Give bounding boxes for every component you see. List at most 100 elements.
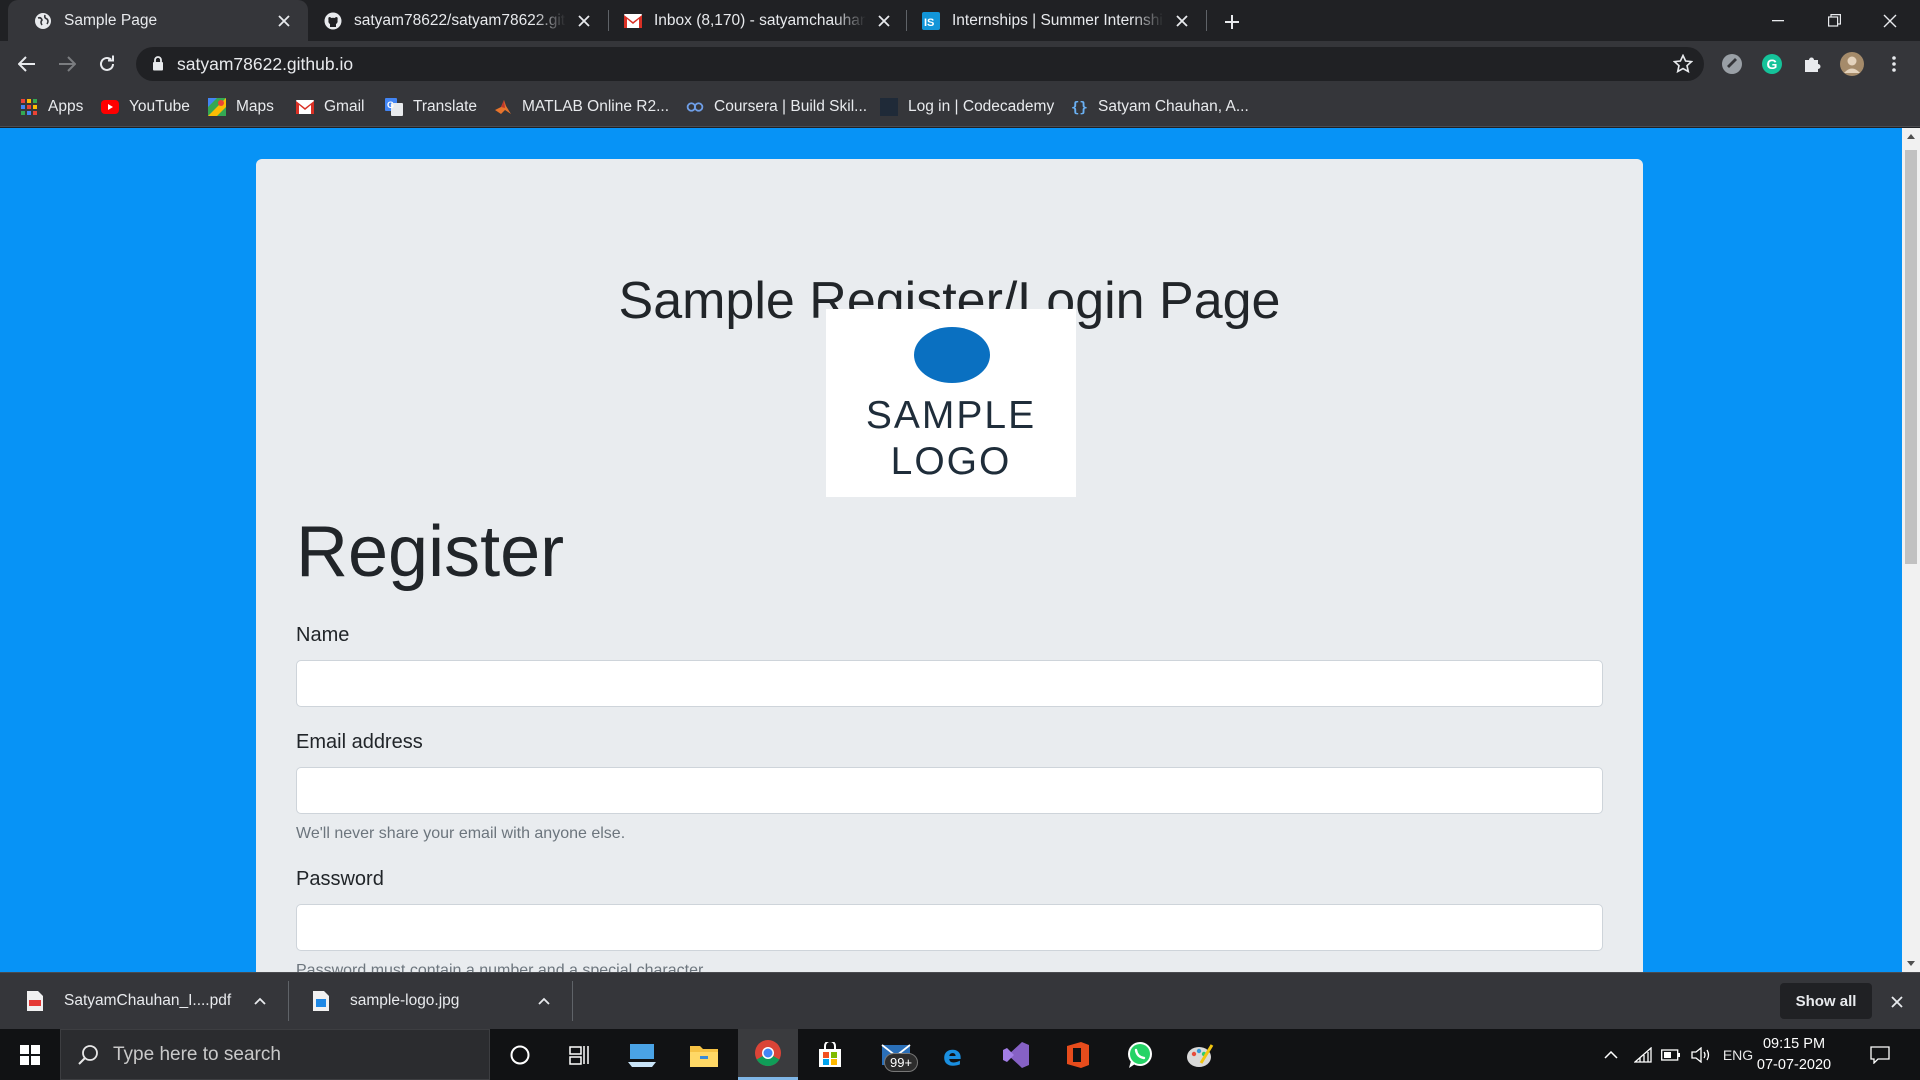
minimize-button[interactable] [1750, 0, 1806, 41]
close-tab-icon[interactable] [1172, 11, 1192, 31]
taskbar-search-box[interactable]: Type here to search [60, 1029, 490, 1080]
restore-button[interactable] [1806, 0, 1862, 41]
tab-title: Inbox (8,170) - satyamchauhan22 [654, 11, 866, 29]
maps-icon [208, 98, 226, 116]
svg-text:e: e [943, 1041, 962, 1069]
name-label: Name [296, 624, 350, 646]
extension-icon[interactable] [1720, 52, 1744, 76]
tab-gmail[interactable]: Inbox (8,170) - satyamchauhan22 [598, 0, 908, 41]
reload-button[interactable] [89, 46, 125, 82]
clock-time: 09:15 PM [1762, 1036, 1826, 1052]
puzzle-extensions-icon[interactable] [1800, 52, 1824, 76]
windows-taskbar: Type here to search 99+ e ENG 09:15 PM 0… [0, 1029, 1920, 1080]
profile-avatar[interactable] [1840, 52, 1864, 76]
bookmark-coursera[interactable]: Coursera | Build Skil... [686, 87, 867, 127]
chevron-up-icon[interactable] [251, 992, 269, 1010]
tab-title: Sample Page [64, 11, 158, 29]
bookmark-apps[interactable]: Apps [20, 87, 83, 127]
bookmark-maps[interactable]: Maps [208, 87, 274, 127]
lock-icon [152, 56, 164, 76]
forward-button[interactable] [49, 46, 85, 82]
gmail-icon [624, 12, 642, 30]
tab-separator [1206, 10, 1207, 31]
download-item-pdf[interactable]: SatyamChauhan_I....pdf [26, 973, 266, 1029]
language-indicator[interactable]: ENG [1718, 1029, 1758, 1080]
internshala-icon: IS [922, 11, 940, 30]
paint-3d-icon[interactable] [1170, 1029, 1230, 1080]
close-tab-icon[interactable] [274, 11, 294, 31]
volume-icon[interactable] [1688, 1029, 1714, 1080]
scrollbar-thumb[interactable] [1905, 150, 1917, 564]
cortana-icon[interactable] [490, 1029, 550, 1080]
windows-start-button[interactable] [0, 1029, 60, 1080]
email-label: Email address [296, 731, 423, 753]
close-downloads-bar-icon[interactable] [1886, 991, 1908, 1013]
chrome-menu-icon[interactable] [1882, 52, 1906, 76]
mail-badge-count: 99+ [884, 1053, 919, 1072]
action-center-icon[interactable] [1862, 1029, 1898, 1080]
password-input[interactable] [296, 904, 1603, 951]
bookmark-gmail[interactable]: Gmail [296, 87, 364, 127]
sample-logo-image: SAMPLE LOGO [826, 309, 1076, 497]
bookmark-translate[interactable]: G Translate [385, 87, 477, 127]
tab-internshala[interactable]: IS Internships | Summer Internship 2 [896, 0, 1206, 41]
taskbar-clock[interactable]: 09:15 PM 07-07-2020 [1756, 1034, 1832, 1076]
grammarly-icon[interactable]: G [1760, 52, 1784, 76]
svg-text:{}: {} [1071, 100, 1087, 115]
svg-text:G: G [387, 100, 394, 110]
scroll-down-arrow-icon[interactable] [1907, 961, 1915, 966]
bookmark-label: Apps [48, 98, 84, 115]
network-icon[interactable] [1630, 1029, 1656, 1080]
microsoft-store-icon[interactable] [800, 1029, 860, 1080]
tab-title: Internships | Summer Internship 2 [952, 11, 1164, 29]
close-tab-icon[interactable] [574, 11, 594, 31]
download-filename: SatyamChauhan_I....pdf [64, 992, 232, 1009]
close-window-button[interactable] [1862, 0, 1918, 41]
new-tab-button[interactable] [1218, 8, 1246, 36]
password-label: Password [296, 868, 384, 890]
visual-studio-icon[interactable] [986, 1029, 1046, 1080]
logo-line-2: LOGO [890, 440, 1012, 483]
bookmark-youtube[interactable]: YouTube [101, 87, 190, 127]
bookmark-matlab[interactable]: MATLAB Online R2... [494, 87, 669, 127]
battery-icon[interactable] [1658, 1029, 1684, 1080]
email-input[interactable] [296, 767, 1603, 814]
tab-sample-page[interactable]: Sample Page [8, 0, 308, 41]
scroll-up-arrow-icon[interactable] [1907, 134, 1915, 139]
bookmark-label: Gmail [324, 98, 365, 115]
whatsapp-icon[interactable] [1110, 1029, 1170, 1080]
desktop-app-icon[interactable] [612, 1029, 672, 1080]
edge-icon[interactable]: e [924, 1029, 984, 1080]
office-icon[interactable] [1048, 1029, 1108, 1080]
tab-github[interactable]: satyam78622/satyam78622.github.io [298, 0, 608, 41]
register-heading: Register [296, 512, 565, 592]
download-separator [572, 981, 573, 1021]
globe-icon [34, 12, 52, 30]
bookmark-codecademy[interactable]: Log in | Codecademy [880, 87, 1054, 127]
back-button[interactable] [9, 46, 45, 82]
chrome-taskbar-icon[interactable] [738, 1029, 798, 1080]
bookmark-satyam-chauhan[interactable]: {} Satyam Chauhan, A... [1070, 87, 1249, 127]
address-bar[interactable]: satyam78622.github.io [136, 47, 1704, 81]
show-hidden-icons-chevron-icon[interactable] [1598, 1029, 1624, 1080]
page-scrollbar[interactable] [1902, 128, 1920, 972]
downloads-bar: SatyamChauhan_I....pdf sample-logo.jpg S… [0, 972, 1920, 1029]
bookmark-star-icon[interactable] [1672, 53, 1694, 75]
apps-grid-icon [20, 98, 38, 116]
bookmark-label: Log in | Codecademy [908, 98, 1055, 115]
task-view-icon[interactable] [550, 1029, 610, 1080]
name-input[interactable] [296, 660, 1603, 707]
download-separator [288, 981, 289, 1021]
file-explorer-icon[interactable] [674, 1029, 734, 1080]
show-all-downloads-button[interactable]: Show all [1780, 983, 1872, 1019]
jumbotron-container: Sample Register/Login Page SAMPLE LOGO R… [256, 159, 1643, 972]
svg-text:IS: IS [924, 17, 934, 29]
url-text: satyam78622.github.io [177, 54, 354, 74]
coursera-icon [686, 98, 704, 116]
gmail-icon [296, 98, 314, 116]
download-item-jpg[interactable]: sample-logo.jpg [312, 973, 552, 1029]
bookmark-label: Translate [413, 98, 478, 115]
github-icon [324, 12, 342, 30]
chevron-up-icon[interactable] [535, 992, 553, 1010]
close-tab-icon[interactable] [874, 11, 894, 31]
